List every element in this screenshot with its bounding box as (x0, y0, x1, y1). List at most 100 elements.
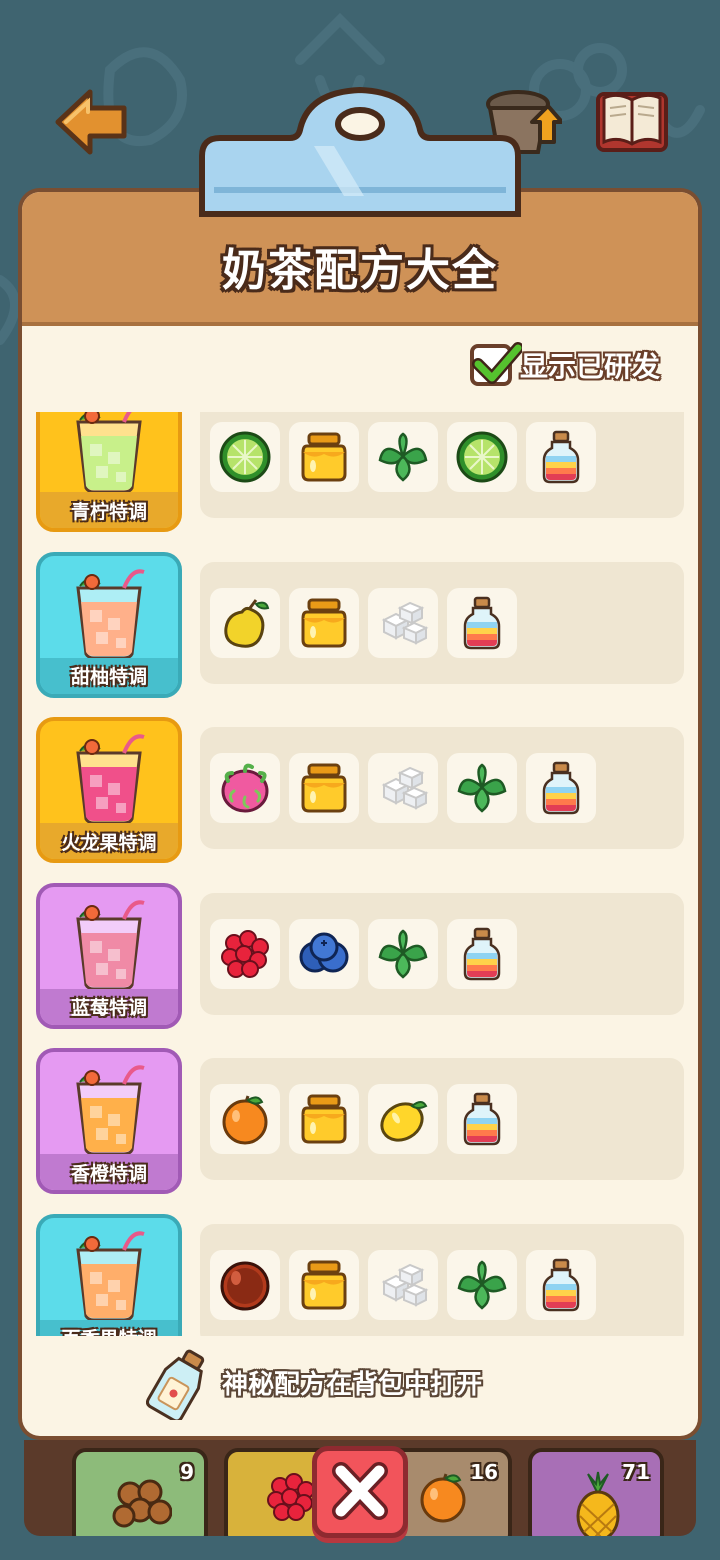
honey-jar-icon (301, 432, 347, 482)
close-button[interactable] (312, 1446, 408, 1538)
tray-count: 71 (622, 1460, 650, 1484)
drink-name: 火龙果特调 (61, 831, 157, 854)
ingredient-slot[interactable] (368, 1084, 438, 1154)
message-bottle-icon (146, 1349, 205, 1420)
ingredient-slot[interactable] (289, 918, 359, 989)
ingredient-slot[interactable] (210, 918, 280, 989)
drink-cup-icon (76, 568, 145, 659)
sugar-cubes-icon (381, 601, 429, 645)
orange-icon (222, 1095, 268, 1145)
ingredient-slot[interactable] (447, 753, 517, 823)
ingredient-slot[interactable] (210, 1249, 280, 1320)
ingredient-panel (200, 1223, 684, 1336)
drink-card[interactable]: 火龙果特调 (36, 717, 182, 863)
show-researched-checkbox[interactable] (470, 342, 522, 386)
rainbow-bottle-icon (463, 1092, 501, 1146)
drink-card[interactable]: 蓝莓特调 (36, 882, 182, 1029)
ingredient-slot[interactable] (368, 918, 438, 989)
pear-icon (224, 598, 270, 648)
tray-count: 9 (180, 1460, 194, 1484)
drink-card[interactable]: 甜柚特调 (36, 551, 182, 698)
ingredient-slot[interactable] (447, 1084, 517, 1154)
longan-icon (112, 1479, 172, 1528)
ingredient-slot[interactable] (526, 422, 596, 492)
honey-jar-icon (301, 1260, 347, 1309)
ingredient-slot[interactable] (210, 1084, 280, 1154)
recipe-board: 奶茶配方大全 显示已研发 青柠特调甜柚特调火龙果特调蓝莓特调香橙特调百香果特调 (18, 188, 702, 1440)
recipe-book-button[interactable] (592, 82, 672, 162)
book-icon (596, 92, 668, 152)
lime-icon (456, 431, 508, 483)
tray-slot[interactable]: 9 (72, 1448, 208, 1536)
recipe-row[interactable]: 蓝莓特调 (22, 882, 698, 1049)
drink-card[interactable]: 百香果特调 (36, 1213, 182, 1336)
page-title: 奶茶配方大全 (222, 245, 498, 296)
back-button[interactable] (52, 82, 132, 162)
mint-icon (378, 929, 428, 979)
drink-cup-icon (76, 899, 145, 990)
ingredient-slot[interactable] (368, 422, 438, 492)
ingredient-slot[interactable] (289, 1249, 359, 1320)
ingredient-panel (200, 727, 684, 849)
back-arrow-icon (55, 89, 127, 155)
close-icon (332, 1462, 388, 1520)
honey-jar-icon (301, 763, 347, 813)
ingredient-panel (200, 892, 684, 1015)
rainbow-bottle-icon (542, 430, 580, 484)
mint-icon (457, 763, 507, 813)
ingredient-slot[interactable] (368, 587, 438, 658)
honey-jar-icon (301, 1094, 347, 1144)
recipe-list[interactable]: 青柠特调甜柚特调火龙果特调蓝莓特调香橙特调百香果特调 (22, 412, 698, 1336)
ingredient-slot[interactable] (368, 753, 438, 823)
drink-name-bar: 蓝莓特调 (40, 988, 178, 1025)
recipe-row[interactable]: 百香果特调 (22, 1213, 698, 1336)
show-researched-toggle[interactable]: 显示已研发 (470, 342, 660, 388)
drink-name: 香橙特调 (70, 1162, 147, 1185)
lime-icon (219, 431, 271, 483)
pineapple-icon (576, 1471, 620, 1536)
ingredient-slot[interactable] (289, 587, 359, 658)
recipe-row[interactable]: 甜柚特调 (22, 551, 698, 718)
lemon-icon (380, 1101, 428, 1142)
rainbow-bottle-icon (542, 1258, 580, 1311)
drink-name: 甜柚特调 (70, 666, 147, 688)
ingredient-slot[interactable] (210, 587, 280, 658)
drink-name-bar: 百香果特调 (40, 1319, 178, 1336)
sugar-cubes-icon (381, 1263, 429, 1307)
tray-slot[interactable]: 71 (528, 1448, 664, 1536)
ingredient-slot[interactable] (368, 1249, 438, 1320)
ingredient-panel (200, 1058, 684, 1180)
drink-card[interactable]: 青柠特调 (36, 412, 182, 532)
ingredient-slot[interactable] (526, 1249, 596, 1320)
ingredient-slot[interactable] (447, 422, 517, 492)
recipe-row[interactable]: 火龙果特调 (22, 717, 698, 883)
clipboard-clip (199, 86, 521, 217)
drink-name: 青柠特调 (70, 500, 147, 523)
rainbow-bottle-icon (542, 761, 580, 815)
drink-name-bar: 香橙特调 (40, 1154, 178, 1190)
raspberry-icon (267, 1473, 315, 1521)
ingredient-slot[interactable] (447, 918, 517, 989)
rainbow-bottle-icon (463, 596, 501, 649)
recipe-row[interactable]: 青柠特调 (22, 412, 698, 552)
ingredient-slot[interactable] (210, 422, 280, 492)
ingredient-slot[interactable] (526, 753, 596, 823)
drink-name-bar: 火龙果特调 (40, 823, 178, 859)
ingredient-slot[interactable] (447, 587, 517, 658)
drink-card[interactable]: 香橙特调 (36, 1048, 182, 1194)
ingredient-slot[interactable] (289, 753, 359, 823)
ingredient-slot[interactable] (289, 422, 359, 492)
recipe-row[interactable]: 香橙特调 (22, 1048, 698, 1214)
ingredient-slot[interactable] (210, 753, 280, 823)
ingredient-slot[interactable] (289, 1084, 359, 1154)
tray-count: 16 (470, 1460, 498, 1484)
orange-icon (420, 1473, 466, 1523)
recipe-board-paper: 奶茶配方大全 显示已研发 青柠特调甜柚特调火龙果特调蓝莓特调香橙特调百香果特调 (22, 192, 698, 1436)
mystery-recipe-text: 神秘配方在背包中打开 (222, 1370, 483, 1400)
checkmark-icon (472, 342, 522, 384)
passion-fruit-icon (220, 1261, 270, 1310)
ingredient-slot[interactable] (447, 1249, 517, 1320)
rainbow-bottle-icon (463, 927, 501, 980)
raspberry-icon (221, 929, 269, 978)
mystery-recipe-note: 神秘配方在背包中打开 (22, 1342, 698, 1422)
